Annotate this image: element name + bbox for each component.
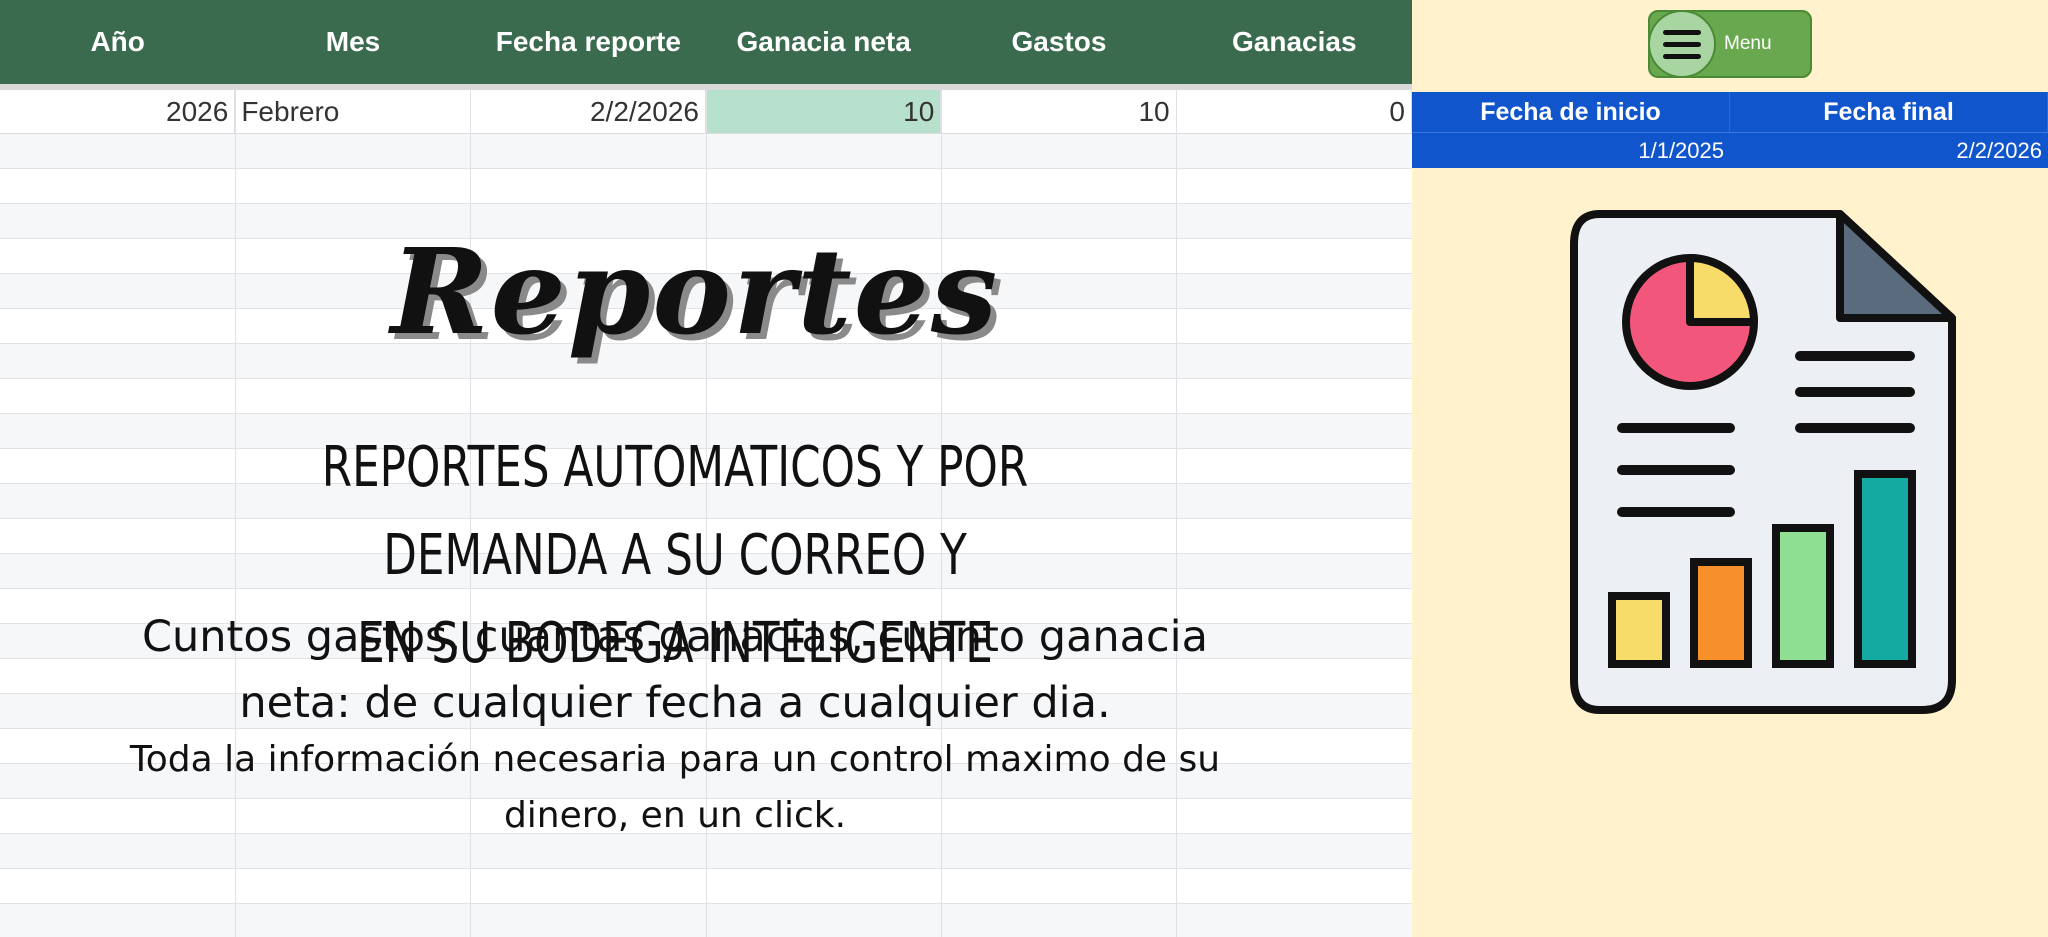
- hamburger-icon: [1648, 10, 1716, 78]
- header-month[interactable]: Mes: [235, 0, 470, 84]
- spreadsheet-page: Año Mes Fecha reporte Ganacia neta Gasto…: [0, 0, 2048, 937]
- hero-description-line: neta: de cualquier fecha a cualquier dia…: [239, 678, 1111, 728]
- header-year[interactable]: Año: [0, 0, 235, 84]
- hero-detail-line: dinero, en un click.: [503, 795, 847, 836]
- menu-button[interactable]: Menu: [1648, 10, 1812, 78]
- date-range-header: Fecha de inicio Fecha final: [1412, 92, 2048, 132]
- page-title: Reportes: [390, 222, 1000, 361]
- header-net-profit[interactable]: Ganacia neta: [706, 0, 941, 84]
- cell-expenses[interactable]: 10: [941, 90, 1177, 133]
- hero-description: Cuntos gastos, cuantas ganacias, cuanto …: [110, 604, 1240, 736]
- end-date-cell[interactable]: 2/2/2026: [1730, 133, 2048, 168]
- start-date-cell[interactable]: 1/1/2025: [1412, 133, 1730, 168]
- header-report-date[interactable]: Fecha reporte: [471, 0, 706, 84]
- cell-report-date[interactable]: 2/2/2026: [471, 90, 706, 133]
- header-end-date[interactable]: Fecha final: [1730, 92, 2048, 132]
- header-expenses[interactable]: Gastos: [941, 0, 1176, 84]
- hero-description-line: Cuntos gastos, cuantas ganacias, cuanto …: [142, 612, 1208, 662]
- header-earnings[interactable]: Ganacias: [1177, 0, 1412, 84]
- date-range-values: 1/1/2025 2/2/2026: [1412, 132, 2048, 168]
- cell-earnings[interactable]: 0: [1177, 90, 1412, 133]
- hero-subtitle-line: REPORTES AUTOMATICOS Y POR DEMANDA A SU …: [321, 435, 1029, 588]
- header-start-date[interactable]: Fecha de inicio: [1412, 92, 1730, 132]
- report-document-icon: [1570, 210, 1956, 714]
- menu-button-label: Menu: [1724, 33, 1772, 54]
- hero-detail-line: Toda la información necesaria para un co…: [129, 739, 1221, 780]
- cell-year[interactable]: 2026: [0, 90, 236, 133]
- hero-detail: Toda la información necesaria para un co…: [90, 732, 1260, 844]
- cell-net-profit[interactable]: 10: [705, 90, 942, 133]
- table-header-row: Año Mes Fecha reporte Ganacia neta Gasto…: [0, 0, 1412, 84]
- cell-month[interactable]: Febrero: [235, 90, 471, 133]
